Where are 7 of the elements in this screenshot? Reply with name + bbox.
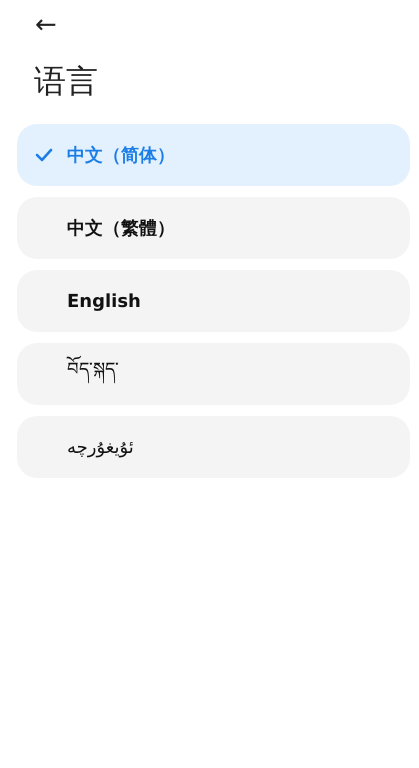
language-option[interactable]: 中文（简体） [17, 124, 410, 186]
page-title: 语言 [34, 61, 99, 102]
language-option[interactable]: 中文（繁體） [17, 197, 410, 259]
language-option[interactable]: ئۇيغۇرچە [17, 416, 410, 478]
language-option[interactable]: བོད་སྐད་ [17, 343, 410, 405]
back-button[interactable]: ← [35, 8, 57, 42]
language-option[interactable]: English [17, 270, 410, 332]
